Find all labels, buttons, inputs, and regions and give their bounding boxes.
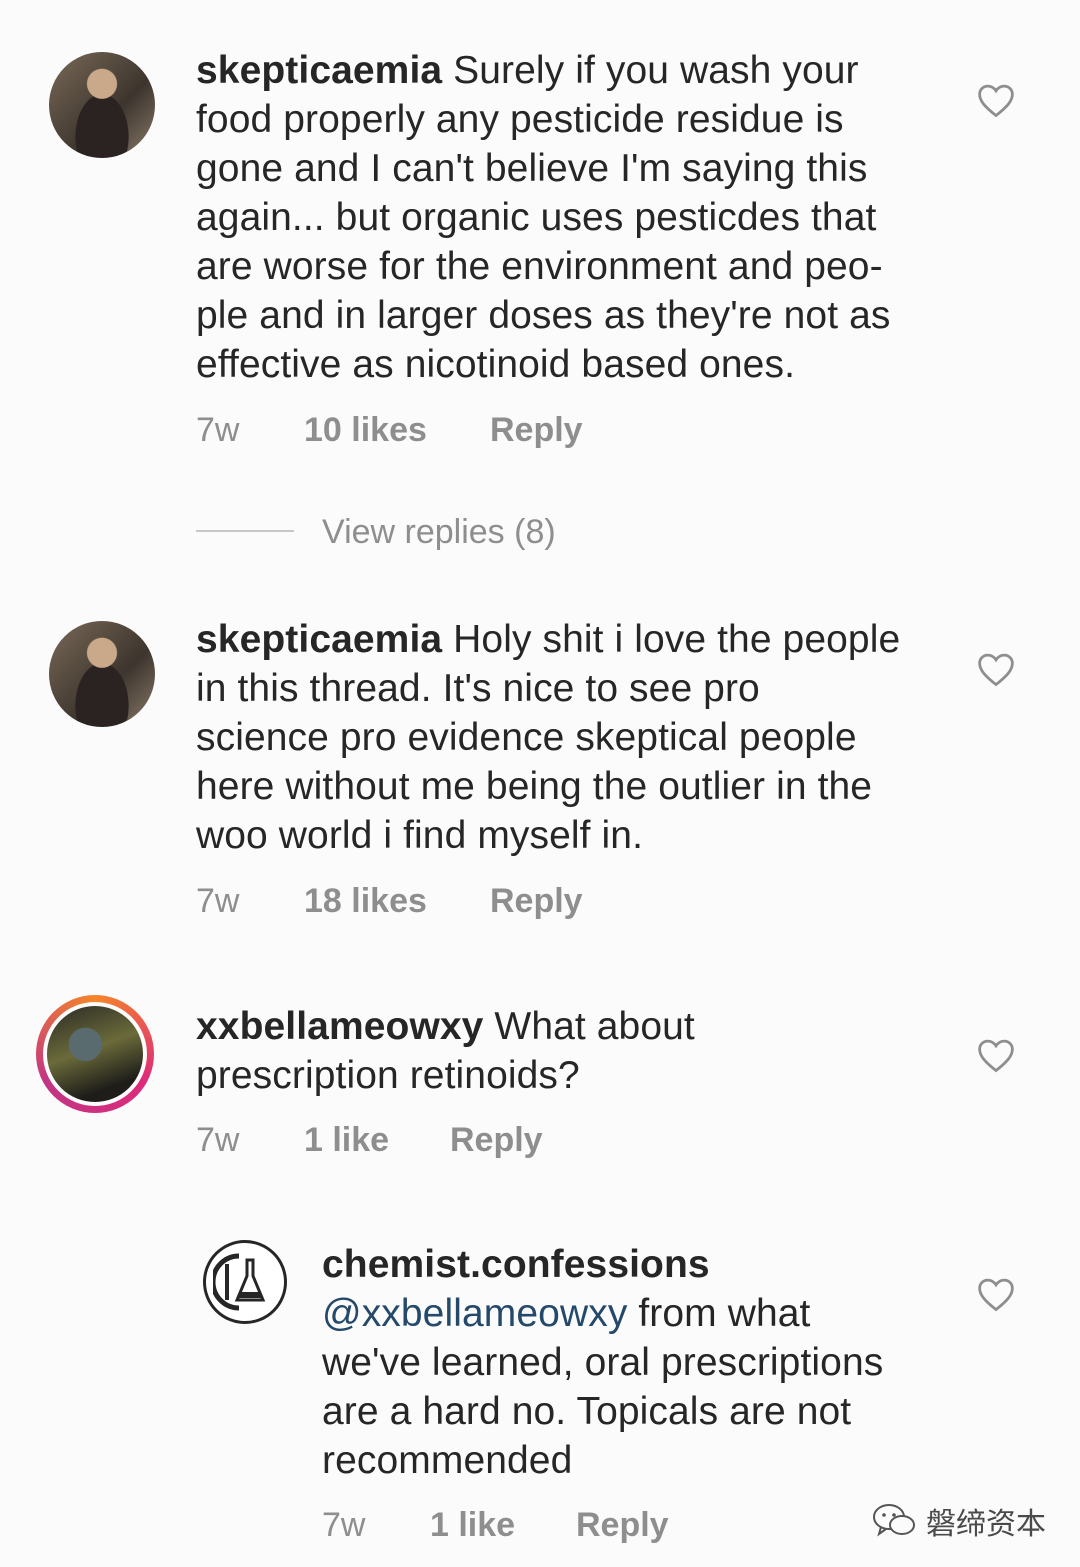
likes-count[interactable]: 1 like <box>430 1505 515 1545</box>
timestamp: 7w <box>322 1506 366 1544</box>
comment-text: chemist.confessions @xxbellameowxy from … <box>322 1243 884 1482</box>
heart-outline-icon[interactable] <box>976 1037 1016 1073</box>
timestamp: 7w <box>196 411 240 449</box>
comment-meta: 7w 1 like Reply <box>196 1120 796 1160</box>
comment-text: xxbellameowxy What about prescription re… <box>196 1005 695 1097</box>
likes-count[interactable]: 18 likes <box>304 881 427 921</box>
heart-outline-icon[interactable] <box>976 82 1016 118</box>
wechat-icon <box>873 1504 915 1537</box>
avatar-story-ring[interactable] <box>36 995 154 1113</box>
comment-meta: 7w 10 likes Reply <box>196 410 796 450</box>
comment-meta: 7w 18 likes Reply <box>196 881 796 921</box>
reply-button[interactable]: Reply <box>490 410 583 450</box>
avatar[interactable] <box>203 1240 287 1324</box>
heart-outline-icon[interactable] <box>976 651 1016 687</box>
watermark: 磐缔资本 <box>872 1497 1046 1545</box>
username[interactable]: skepticaemia <box>196 49 442 92</box>
divider <box>196 530 294 532</box>
likes-count[interactable]: 1 like <box>304 1120 389 1160</box>
reply-button[interactable]: Reply <box>450 1120 543 1160</box>
comment-text: skepticaemia Holy shit i love the people… <box>196 618 901 857</box>
mention-link[interactable]: @xxbellameowxy <box>322 1292 627 1335</box>
username[interactable]: skepticaemia <box>196 618 442 661</box>
username[interactable]: chemist.confessions <box>322 1243 710 1286</box>
comment-meta: 7w 1 like Reply <box>322 1505 822 1545</box>
flask-logo-icon <box>213 1253 266 1311</box>
comment-text: skepticaemia Surely if you wash your foo… <box>196 49 891 386</box>
view-replies-label[interactable]: View replies (8) <box>322 512 556 552</box>
timestamp: 7w <box>196 882 240 920</box>
likes-count[interactable]: 10 likes <box>304 410 427 450</box>
avatar[interactable] <box>49 52 155 158</box>
avatar <box>43 1002 147 1106</box>
timestamp: 7w <box>196 1121 240 1159</box>
reply-button[interactable]: Reply <box>490 881 583 921</box>
reply-button[interactable]: Reply <box>576 1505 669 1545</box>
avatar[interactable] <box>49 621 155 727</box>
watermark-label: 磐缔资本 <box>926 1508 1046 1541</box>
heart-outline-icon[interactable] <box>976 1276 1016 1312</box>
username[interactable]: xxbellameowxy <box>196 1005 483 1048</box>
